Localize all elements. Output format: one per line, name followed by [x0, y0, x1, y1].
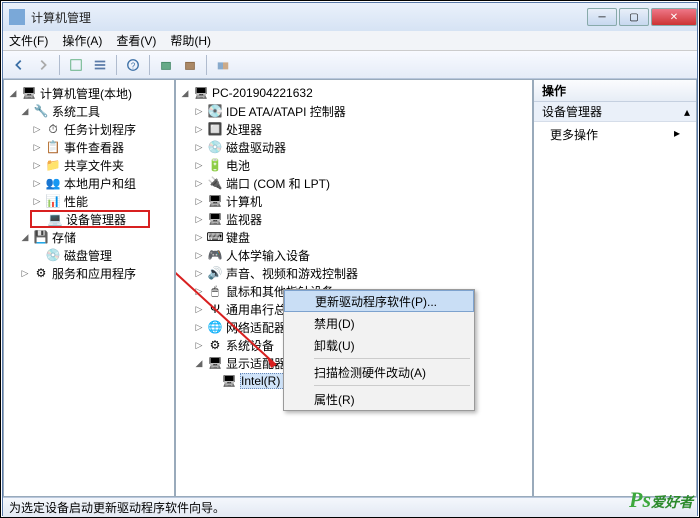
maximize-button[interactable]: ▢	[619, 8, 649, 26]
device-cpu[interactable]: 处理器	[226, 121, 262, 138]
ctx-update-driver[interactable]: 更新驱动程序软件(P)...	[284, 290, 474, 312]
help-button[interactable]: ?	[123, 55, 143, 75]
disk-drive-icon: 💿	[207, 139, 223, 155]
up-button[interactable]	[66, 55, 86, 75]
keyboard-icon: ⌨	[207, 229, 223, 245]
device-hid[interactable]: 人体学输入设备	[226, 247, 310, 264]
display-icon: 🖥	[207, 355, 223, 371]
device-ports[interactable]: 端口 (COM 和 LPT)	[226, 175, 330, 192]
statusbar: 为选定设备启动更新驱动程序软件向导。	[3, 497, 697, 517]
battery-icon: 🔋	[207, 157, 223, 173]
pc-icon: 🖥	[193, 85, 209, 101]
device-root[interactable]: PC-201904221632	[212, 86, 313, 100]
device-monitor[interactable]: 监视器	[226, 211, 262, 228]
left-tree-pane[interactable]: ◢🖥计算机管理(本地) ◢🔧系统工具 ▷⏱任务计划程序 ▷📋事件查看器 ▷📁共享…	[3, 79, 175, 497]
main-window: 计算机管理 ─ ▢ ✕ 文件(F) 操作(A) 查看(V) 帮助(H) ? ◢🖥…	[2, 2, 698, 516]
tree-root[interactable]: 计算机管理(本地)	[40, 85, 132, 102]
disk-icon: 💿	[45, 247, 61, 263]
tree-device-manager[interactable]: 设备管理器	[66, 211, 126, 228]
tree-shared-folders[interactable]: 共享文件夹	[64, 157, 124, 174]
context-menu: 更新驱动程序软件(P)... 禁用(D) 卸载(U) 扫描检测硬件改动(A) 属…	[283, 289, 475, 411]
menu-action[interactable]: 操作(A)	[62, 32, 102, 49]
status-text: 为选定设备启动更新驱动程序软件向导。	[9, 499, 225, 516]
gpu-icon: 🖥	[221, 373, 237, 389]
services-icon: ⚙	[33, 265, 49, 281]
computer-mgmt-icon: 🖥	[21, 85, 37, 101]
actions-header: 操作	[534, 80, 696, 102]
device-display[interactable]: 显示适配器	[226, 355, 286, 372]
ide-icon: 💽	[207, 103, 223, 119]
tree-event-viewer[interactable]: 事件查看器	[64, 139, 124, 156]
properties-button[interactable]	[213, 55, 233, 75]
hid-icon: 🎮	[207, 247, 223, 263]
expand-icon[interactable]: ◢	[20, 106, 30, 117]
tree-task-scheduler[interactable]: 任务计划程序	[64, 121, 136, 138]
menu-help[interactable]: 帮助(H)	[170, 32, 211, 49]
users-icon: 👥	[45, 175, 61, 191]
scan-button[interactable]	[180, 55, 200, 75]
device-ide[interactable]: IDE ATA/ATAPI 控制器	[226, 103, 346, 120]
separator	[314, 385, 470, 386]
cpu-icon: 🔲	[207, 121, 223, 137]
tree-storage[interactable]: 存储	[52, 229, 76, 246]
titlebar[interactable]: 计算机管理 ─ ▢ ✕	[3, 3, 697, 31]
forward-button[interactable]	[33, 55, 53, 75]
storage-icon: 💾	[33, 229, 49, 245]
refresh-button[interactable]	[156, 55, 176, 75]
more-actions[interactable]: 更多操作▸	[534, 122, 696, 147]
back-button[interactable]	[9, 55, 29, 75]
tree-system-tools[interactable]: 系统工具	[52, 103, 100, 120]
separator	[314, 358, 470, 359]
ctx-properties[interactable]: 属性(R)	[284, 388, 474, 410]
device-system[interactable]: 系统设备	[226, 337, 274, 354]
ctx-scan[interactable]: 扫描检测硬件改动(A)	[284, 361, 474, 383]
computer-icon: 🖥	[207, 193, 223, 209]
view-button[interactable]	[90, 55, 110, 75]
tools-icon: 🔧	[33, 103, 49, 119]
device-computer[interactable]: 计算机	[226, 193, 262, 210]
svg-text:?: ?	[131, 61, 136, 70]
actions-pane: 操作 设备管理器▴ 更多操作▸	[533, 79, 697, 497]
expand-icon[interactable]: ◢	[8, 88, 18, 99]
device-mgr-icon: 💻	[47, 211, 63, 227]
chevron-right-icon: ▸	[674, 126, 680, 143]
collapse-icon[interactable]: ▴	[684, 105, 690, 119]
mouse-icon: 🖱	[207, 283, 223, 299]
ctx-uninstall[interactable]: 卸载(U)	[284, 334, 474, 356]
menubar: 文件(F) 操作(A) 查看(V) 帮助(H)	[3, 31, 697, 51]
watermark: Ps爱好者	[629, 487, 693, 513]
folder-icon: 📁	[45, 157, 61, 173]
tree-services[interactable]: 服务和应用程序	[52, 265, 136, 282]
device-sound[interactable]: 声音、视频和游戏控制器	[226, 265, 358, 282]
port-icon: 🔌	[207, 175, 223, 191]
minimize-button[interactable]: ─	[587, 8, 617, 26]
close-button[interactable]: ✕	[651, 8, 697, 26]
sound-icon: 🔊	[207, 265, 223, 281]
network-icon: 🌐	[207, 319, 223, 335]
toolbar: ?	[3, 51, 697, 79]
device-network[interactable]: 网络适配器	[226, 319, 286, 336]
window-title: 计算机管理	[31, 9, 91, 26]
monitor-icon: 🖥	[207, 211, 223, 227]
perf-icon: 📊	[45, 193, 61, 209]
device-tree-pane[interactable]: ◢🖥PC-201904221632 ▷💽IDE ATA/ATAPI 控制器 ▷🔲…	[175, 79, 533, 497]
ctx-disable[interactable]: 禁用(D)	[284, 312, 474, 334]
tree-performance[interactable]: 性能	[64, 193, 88, 210]
system-icon: ⚙	[207, 337, 223, 353]
device-disk[interactable]: 磁盘驱动器	[226, 139, 286, 156]
device-keyboard[interactable]: 键盘	[226, 229, 250, 246]
actions-context: 设备管理器▴	[534, 102, 696, 122]
menu-file[interactable]: 文件(F)	[9, 32, 48, 49]
tree-local-users[interactable]: 本地用户和组	[64, 175, 136, 192]
usb-icon: Ψ	[207, 301, 223, 317]
content-area: ◢🖥计算机管理(本地) ◢🔧系统工具 ▷⏱任务计划程序 ▷📋事件查看器 ▷📁共享…	[3, 79, 697, 497]
event-icon: 📋	[45, 139, 61, 155]
app-icon	[9, 9, 25, 25]
menu-view[interactable]: 查看(V)	[116, 32, 156, 49]
tree-disk-mgmt[interactable]: 磁盘管理	[64, 247, 112, 264]
clock-icon: ⏱	[45, 121, 61, 137]
device-battery[interactable]: 电池	[226, 157, 250, 174]
